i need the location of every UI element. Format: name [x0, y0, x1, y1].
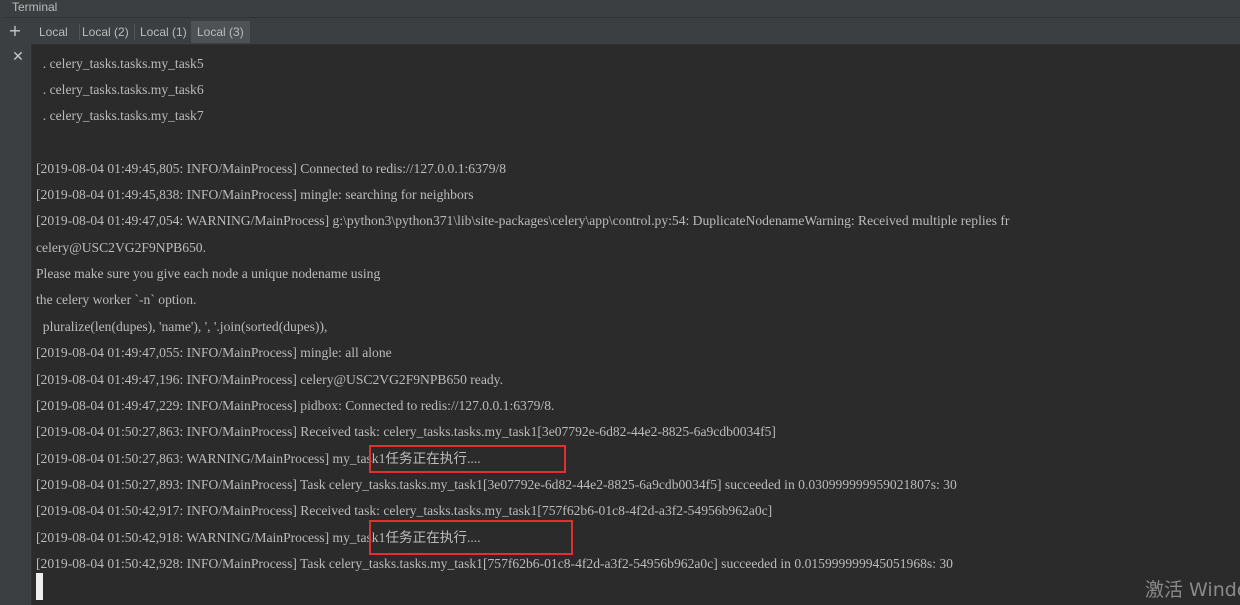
- terminal-output[interactable]: . celery_tasks.tasks.my_task5 . celery_t…: [32, 45, 1240, 605]
- terminal-line: celery@USC2VG2F9NPB650.: [36, 240, 206, 255]
- terminal-line: the celery worker `-n` option.: [36, 292, 197, 307]
- terminal-cursor: [36, 573, 43, 600]
- window-title: Terminal: [12, 0, 58, 14]
- terminal-line: [2019-08-04 01:49:47,196: INFO/MainProce…: [36, 372, 503, 387]
- tab-local[interactable]: Local: [33, 21, 74, 43]
- terminal-line: . celery_tasks.tasks.my_task6: [36, 82, 204, 97]
- terminal-line: [2019-08-04 01:49:45,805: INFO/MainProce…: [36, 161, 507, 176]
- terminal-line: . celery_tasks.tasks.my_task5: [36, 56, 204, 71]
- tab-local-3[interactable]: Local (3): [191, 21, 250, 43]
- terminal-line: [2019-08-04 01:50:27,863: WARNING/MainPr…: [36, 451, 481, 466]
- terminal-tab-bar: Local Local (2) Local (1) Local (3): [4, 18, 1240, 45]
- tool-window-title-bar: Terminal: [4, 0, 1240, 18]
- terminal-line: Please make sure you give each node a un…: [36, 266, 381, 281]
- terminal-line: [2019-08-04 01:50:27,893: INFO/MainProce…: [36, 477, 957, 492]
- terminal-line: [2019-08-04 01:50:42,917: INFO/MainProce…: [36, 503, 773, 518]
- terminal-side-toolbar: [4, 44, 32, 605]
- terminal-line: pluralize(len(dupes), 'name'), ', '.join…: [36, 319, 328, 334]
- terminal-line: [2019-08-04 01:50:42,918: WARNING/MainPr…: [36, 530, 481, 545]
- tab-local-2[interactable]: Local (2): [76, 21, 135, 43]
- close-icon[interactable]: ✕: [11, 49, 25, 65]
- terminal-line: . celery_tasks.tasks.my_task7: [36, 108, 204, 123]
- terminal-line: [2019-08-04 01:50:27,863: INFO/MainProce…: [36, 424, 776, 439]
- tab-local-1[interactable]: Local (1): [134, 21, 193, 43]
- activation-watermark: 激活 Windo: [1145, 579, 1240, 601]
- terminal-line: [2019-08-04 01:50:42,928: INFO/MainProce…: [36, 556, 953, 571]
- terminal-line: [2019-08-04 01:49:47,054: WARNING/MainPr…: [36, 213, 1010, 228]
- plus-icon[interactable]: +: [8, 22, 22, 40]
- terminal-line: [2019-08-04 01:49:45,838: INFO/MainProce…: [36, 187, 474, 202]
- terminal-line: [2019-08-04 01:49:47,229: INFO/MainProce…: [36, 398, 555, 413]
- terminal-line: [2019-08-04 01:49:47,055: INFO/MainProce…: [36, 345, 392, 360]
